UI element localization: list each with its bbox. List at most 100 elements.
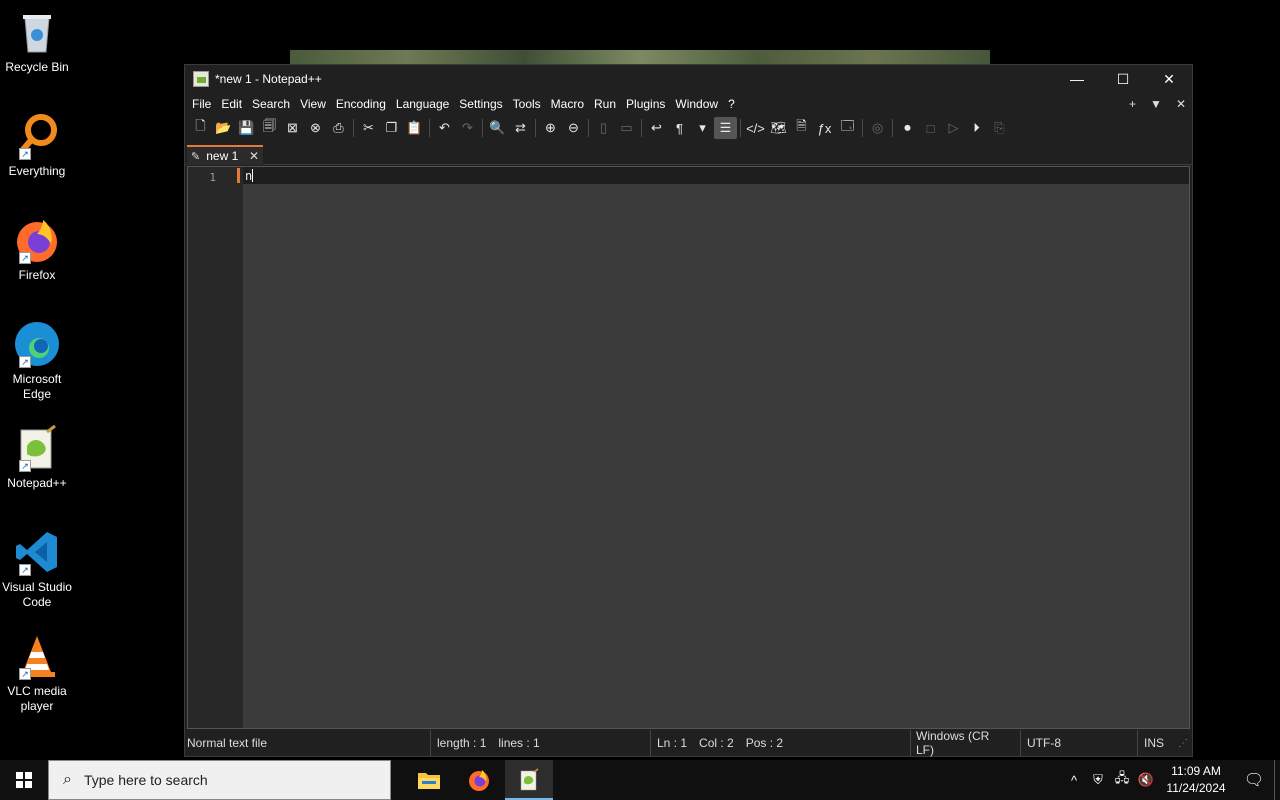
menu-settings[interactable]: Settings xyxy=(454,97,507,111)
print-icon[interactable]: ⎙ xyxy=(327,117,350,139)
status-insert-mode[interactable]: INS xyxy=(1138,730,1178,756)
network-icon[interactable]: 🖧 xyxy=(1110,769,1134,791)
tab-new-1[interactable]: ✎ new 1 ✕ xyxy=(187,145,263,165)
sync-vertical-icon[interactable]: ▯ xyxy=(592,117,615,139)
new-file-icon[interactable]: 🗋 xyxy=(189,117,212,139)
title-bar[interactable]: *new 1 - Notepad++ — ☐ ✕ xyxy=(185,65,1192,93)
notification-center-icon[interactable]: 🗨 xyxy=(1234,770,1274,790)
sync-horizontal-icon[interactable]: ▭ xyxy=(615,117,638,139)
editor-text[interactable]: n xyxy=(245,169,254,183)
close-button[interactable]: ✕ xyxy=(1146,65,1192,93)
monitoring-icon[interactable]: ◎ xyxy=(866,117,889,139)
tab-label: new 1 xyxy=(206,149,239,163)
menu-file[interactable]: File xyxy=(187,97,216,111)
desktop-icon-notepadpp[interactable]: ↗ Notepad++ xyxy=(0,424,74,491)
menu-tools[interactable]: Tools xyxy=(508,97,546,111)
line-number-gutter: 1 xyxy=(188,167,243,728)
editor-area[interactable]: 1 n xyxy=(187,166,1190,729)
shortcut-arrow-icon: ↗ xyxy=(19,564,31,576)
desktop-icon-firefox[interactable]: ↗ Firefox xyxy=(0,216,74,283)
close-file-icon[interactable]: ⊠ xyxy=(281,117,304,139)
indent-guide-dropdown-icon[interactable]: ▾ xyxy=(691,117,714,139)
replace-icon[interactable]: ⇄ xyxy=(509,117,532,139)
maximize-button[interactable]: ☐ xyxy=(1100,65,1146,93)
menu-encoding[interactable]: Encoding xyxy=(331,97,391,111)
show-all-chars-icon[interactable]: ¶ xyxy=(668,117,691,139)
menu-search[interactable]: Search xyxy=(247,97,295,111)
shortcut-arrow-icon: ↗ xyxy=(19,252,31,264)
menu-help[interactable]: ? xyxy=(723,97,740,111)
macro-run-multiple-icon[interactable]: ⏵ xyxy=(965,117,988,139)
save-icon[interactable]: 💾 xyxy=(235,117,258,139)
clock[interactable]: 11:09 AM 11/24/2024 xyxy=(1158,763,1234,797)
firefox-icon: ↗ xyxy=(13,216,61,264)
desktop-icon-vscode[interactable]: ↗ Visual Studio Code xyxy=(0,528,74,610)
desktop-icon-everything[interactable]: ↗ Everything xyxy=(0,112,74,179)
folder-workspace-icon[interactable]: 🗔 xyxy=(836,117,859,139)
taskbar-file-explorer[interactable] xyxy=(405,760,453,800)
function-list-icon[interactable]: ƒx xyxy=(813,117,836,139)
vlc-icon: ↗ xyxy=(13,632,61,680)
copy-icon[interactable]: ❐ xyxy=(380,117,403,139)
menu-view[interactable]: View xyxy=(295,97,331,111)
new-tab-plus-button[interactable]: + xyxy=(1129,97,1136,111)
notepadpp-icon: ↗ xyxy=(13,424,61,472)
document-list-icon[interactable]: 🗎 xyxy=(790,117,813,139)
shortcut-arrow-icon: ↗ xyxy=(19,668,31,680)
shortcut-arrow-icon: ↗ xyxy=(19,356,31,368)
resize-grip-icon[interactable]: ⋰ xyxy=(1178,738,1188,749)
desktop-icon-edge[interactable]: ↗ Microsoft Edge xyxy=(0,320,74,402)
menu-macro[interactable]: Macro xyxy=(546,97,589,111)
zoom-out-icon[interactable]: ⊖ xyxy=(562,117,585,139)
paste-icon[interactable]: 📋 xyxy=(403,117,426,139)
menu-language[interactable]: Language xyxy=(391,97,454,111)
status-eol[interactable]: Windows (CR LF) xyxy=(911,729,1021,757)
macro-record-icon[interactable]: ⏺ xyxy=(896,117,919,139)
status-encoding[interactable]: UTF-8 xyxy=(1021,730,1138,756)
menu-run[interactable]: Run xyxy=(589,97,621,111)
status-bar: Normal text file length : 1 lines : 1 Ln … xyxy=(185,729,1192,757)
taskbar-firefox[interactable] xyxy=(455,760,503,800)
vscode-icon: ↗ xyxy=(13,528,61,576)
security-tray-icon[interactable]: ⛨ xyxy=(1086,772,1110,788)
save-all-icon[interactable]: 🗐 xyxy=(258,117,281,139)
open-file-icon[interactable]: 📂 xyxy=(212,117,235,139)
document-map-icon[interactable]: 🗺 xyxy=(767,117,790,139)
toolbar-separator xyxy=(862,119,863,137)
close-all-icon[interactable]: ⊗ xyxy=(304,117,327,139)
user-language-icon[interactable]: </> xyxy=(744,117,767,139)
taskbar-notepadpp[interactable] xyxy=(505,760,553,800)
show-desktop-button[interactable] xyxy=(1274,760,1280,800)
toolbar-separator xyxy=(535,119,536,137)
menu-plugins[interactable]: Plugins xyxy=(621,97,670,111)
close-document-button[interactable]: ✕ xyxy=(1176,97,1186,111)
search-placeholder: Type here to search xyxy=(83,772,208,788)
clock-date: 11/24/2024 xyxy=(1166,781,1226,795)
show-hidden-icons-chevron-icon[interactable]: ^ xyxy=(1062,773,1086,788)
windows-logo-icon xyxy=(16,772,32,788)
word-wrap-icon[interactable]: ↩ xyxy=(645,117,668,139)
notepadpp-window: *new 1 - Notepad++ — ☐ ✕ File Edit Searc… xyxy=(184,64,1193,757)
menu-edit[interactable]: Edit xyxy=(216,97,247,111)
desktop-icon-recycle-bin[interactable]: Recycle Bin xyxy=(0,8,74,75)
macro-stop-icon[interactable]: □ xyxy=(919,117,942,139)
find-icon[interactable]: 🔍 xyxy=(486,117,509,139)
undo-icon[interactable]: ↶ xyxy=(433,117,456,139)
minimize-button[interactable]: — xyxy=(1054,65,1100,93)
cut-icon[interactable]: ✂ xyxy=(357,117,380,139)
tab-close-icon[interactable]: ✕ xyxy=(249,149,259,163)
volume-muted-icon[interactable]: 🔇 xyxy=(1134,772,1158,788)
menu-window[interactable]: Window xyxy=(670,97,723,111)
macro-play-icon[interactable]: ▷ xyxy=(942,117,965,139)
edge-icon: ↗ xyxy=(13,320,61,368)
start-button[interactable] xyxy=(0,760,48,800)
current-line-highlight xyxy=(243,167,1189,184)
macro-save-icon[interactable]: ⎘ xyxy=(988,117,1011,139)
redo-icon[interactable]: ↷ xyxy=(456,117,479,139)
zoom-in-icon[interactable]: ⊕ xyxy=(539,117,562,139)
status-file-type: Normal text file xyxy=(185,730,431,756)
tab-list-dropdown-button[interactable]: ▼ xyxy=(1150,97,1162,111)
taskbar-search-box[interactable]: ⌕ Type here to search xyxy=(48,760,391,800)
indent-guide-icon[interactable]: ☰ xyxy=(714,117,737,139)
desktop-icon-vlc[interactable]: ↗ VLC media player xyxy=(0,632,74,714)
